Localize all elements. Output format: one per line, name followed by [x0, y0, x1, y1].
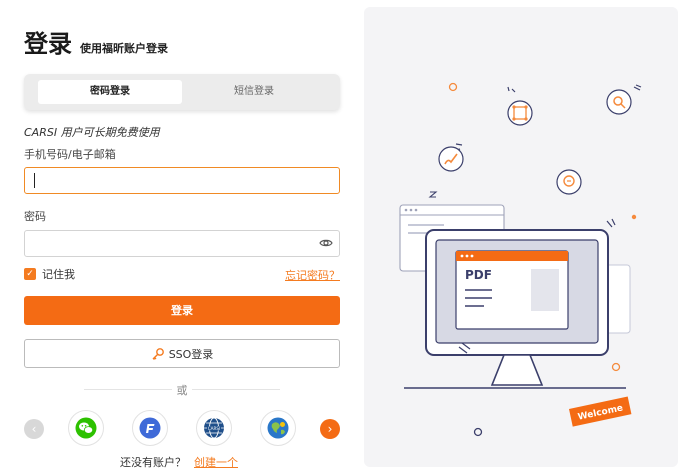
- edit-bubble-icon: [438, 146, 464, 172]
- account-input[interactable]: [24, 167, 340, 194]
- text-caret: [34, 173, 35, 188]
- pdf-label: PDF: [465, 268, 492, 282]
- remember-me[interactable]: ✓ 记住我: [24, 266, 75, 282]
- foxit-login-button[interactable]: [132, 410, 168, 446]
- create-account-link[interactable]: 创建一个: [194, 456, 238, 469]
- globe-login-button[interactable]: [260, 410, 296, 446]
- login-button[interactable]: 登录: [24, 296, 340, 325]
- illustration-panel: PDF Welcome: [364, 7, 678, 467]
- login-form-panel: 登录 使用福昕账户登录 密码登录 短信登录 CARSI 用户可长期免费使用 手机…: [24, 0, 340, 470]
- svg-text:CARSI: CARSI: [208, 426, 221, 431]
- sso-label: SSO登录: [168, 347, 214, 361]
- carsi-login-button[interactable]: CARSI: [196, 410, 232, 446]
- divider-or: 或: [172, 382, 192, 398]
- carsi-note: CARSI 用户可长期免费使用: [24, 126, 160, 139]
- page-title: 登录: [24, 30, 72, 58]
- forgot-password-link[interactable]: 忘记密码？: [285, 267, 340, 283]
- search-bubble-icon: [606, 89, 632, 115]
- network-bubble-icon: [507, 100, 533, 126]
- decor-circle: [473, 427, 483, 437]
- decor-circle: [611, 362, 621, 372]
- chat-bubble-icon: [556, 169, 582, 195]
- show-password-eye-icon[interactable]: [319, 236, 333, 250]
- foxit-icon: [139, 417, 161, 439]
- header: 登录 使用福昕账户登录: [24, 24, 168, 59]
- password-label: 密码: [24, 210, 46, 223]
- account-label: 手机号码/电子邮箱: [24, 148, 116, 161]
- password-input[interactable]: [24, 230, 340, 257]
- wechat-icon: [75, 417, 97, 439]
- pdf-document-icon: PDF: [455, 250, 569, 330]
- tab-sms-login[interactable]: 短信登录: [182, 80, 326, 104]
- welcome-tag: Welcome: [569, 396, 632, 427]
- welcome-illustration: PDF Welcome: [399, 82, 642, 437]
- wechat-login-button[interactable]: [68, 410, 104, 446]
- register-prompt: 还没有账户？ 创建一个: [120, 454, 238, 470]
- sso-login-button[interactable]: SSO登录: [24, 339, 340, 368]
- key-icon: [152, 347, 164, 360]
- remember-label: 记住我: [42, 268, 75, 281]
- carousel-prev-button[interactable]: ‹: [24, 419, 44, 439]
- decor-dot: [631, 214, 637, 220]
- register-text: 还没有账户？: [120, 456, 186, 469]
- remember-checkbox[interactable]: ✓: [24, 268, 36, 280]
- login-tabs: 密码登录 短信登录: [24, 74, 340, 110]
- page-subtitle: 使用福昕账户登录: [80, 42, 168, 55]
- carsi-icon: CARSI: [204, 417, 224, 439]
- globe-icon: [267, 417, 289, 439]
- carousel-next-button[interactable]: ›: [320, 419, 340, 439]
- decor-circle: [448, 82, 458, 92]
- tab-password-login[interactable]: 密码登录: [38, 80, 182, 104]
